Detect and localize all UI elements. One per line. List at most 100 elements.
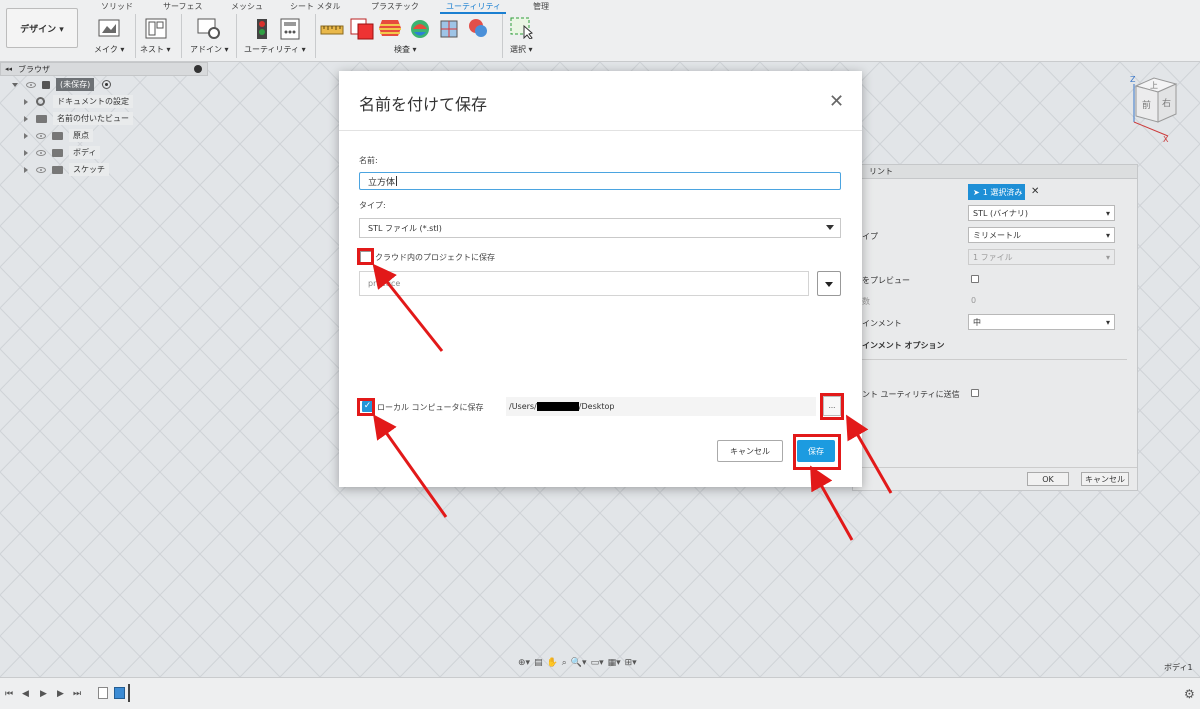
type-label: タイプ: (359, 201, 386, 210)
expand-icon[interactable] (24, 115, 28, 122)
radio-icon[interactable] (102, 80, 112, 89)
unit-select[interactable]: ミリメートル (968, 227, 1115, 243)
selection-status: ボディ1 (1164, 663, 1193, 672)
tree-item-label: スケッチ (69, 163, 109, 176)
x-axis-label: X (1163, 135, 1169, 142)
nest-icon (145, 18, 167, 39)
zoom-icon[interactable]: ⌕ (562, 658, 567, 668)
separator (135, 14, 136, 58)
folder-icon (52, 165, 63, 174)
grid-settings-icon[interactable]: ▦▾ (608, 658, 621, 668)
browse-button[interactable]: ... (823, 396, 841, 416)
tree-item-origin[interactable]: 原点 (0, 127, 208, 144)
measure-icon (320, 25, 344, 35)
cube-top-label: 上 (1150, 81, 1158, 90)
tree-item-named-views[interactable]: 名前の付いたビュー (0, 110, 208, 127)
inspect-group[interactable]: 検査 ▾ (320, 16, 496, 58)
path-prefix: /Users/ (509, 402, 537, 411)
play-icon[interactable]: ▶ (40, 689, 50, 699)
utility-group[interactable]: ユーティリティ ▾ (244, 16, 308, 58)
make-group[interactable]: メイク ▾ (94, 16, 128, 58)
refinement-label: インメント (862, 319, 902, 328)
gear-icon[interactable]: ⚙ (1184, 687, 1195, 701)
name-label: 名前: (359, 156, 378, 165)
make-label: メイク ▾ (94, 45, 125, 54)
select-group[interactable]: 選択 ▾ (507, 16, 539, 58)
go-to-end-icon[interactable]: ⏭ (73, 689, 83, 699)
tree-item-sketches[interactable]: スケッチ (0, 161, 208, 178)
visibility-icon[interactable] (36, 149, 46, 156)
ok-button[interactable]: OK (1027, 472, 1069, 486)
divider (339, 130, 862, 131)
tab-utility[interactable]: ユーティリティ (446, 1, 501, 12)
refinement-select[interactable]: 中 (968, 314, 1115, 330)
tree-item-document-settings[interactable]: ドキュメントの設定 (0, 93, 208, 110)
tab-manage[interactable]: 管理 (533, 1, 549, 12)
3d-print-icon (98, 19, 120, 37)
look-at-icon[interactable]: ▤ (534, 658, 543, 668)
folder-icon (52, 148, 63, 157)
tree-item-label: 名前の付いたビュー (53, 112, 133, 125)
panel-cancel-button[interactable]: キャンセル (1081, 472, 1129, 486)
send-checkbox[interactable] (971, 389, 979, 397)
viewports-icon[interactable]: ⊞▾ (625, 658, 637, 668)
step-forward-icon[interactable]: ▶ (57, 689, 67, 699)
tab-plastic[interactable]: プラスチック (371, 1, 419, 12)
visibility-icon[interactable] (36, 166, 46, 173)
curvature-map-icon (411, 20, 429, 38)
addin-label: アドイン ▾ (190, 45, 229, 54)
gear-icon (36, 97, 45, 106)
name-input[interactable]: 立方体 (359, 172, 841, 190)
navigation-bar: ⊕▾ ▤ ✋ ⌕ 🔍▾ ▭▾ ▦▾ ⊞▾ (518, 655, 684, 671)
nest-group[interactable]: ネスト ▾ (140, 16, 174, 58)
display-settings-icon[interactable]: ▭▾ (591, 658, 604, 668)
cloud-save-checkbox[interactable] (360, 251, 372, 263)
project-dropdown-button[interactable] (817, 271, 841, 296)
clear-selection-icon[interactable]: ✕ (1031, 186, 1039, 197)
expand-icon[interactable] (24, 98, 28, 105)
hidden-eye-icon[interactable] (36, 132, 46, 139)
zebra-analysis-icon (379, 20, 401, 36)
close-icon[interactable]: ✕ (829, 93, 844, 111)
fit-icon[interactable]: 🔍▾ (571, 658, 587, 668)
tab-mesh[interactable]: メッシュ (231, 1, 263, 12)
timeline-marker[interactable] (128, 684, 130, 702)
panel-title: リント (853, 165, 1137, 179)
expand-icon[interactable] (24, 166, 28, 173)
format-select[interactable]: STL (バイナリ) (968, 205, 1115, 221)
project-field[interactable]: practice (359, 271, 809, 296)
sketch-feature-icon[interactable] (98, 687, 108, 699)
expand-icon[interactable] (24, 149, 28, 156)
tree-item-bodies[interactable]: ボディ (0, 144, 208, 161)
view-cube[interactable]: Z X 上 前 右 (1128, 72, 1192, 144)
tab-solid[interactable]: ソリッド (101, 1, 133, 12)
extrude-feature-icon[interactable] (114, 687, 125, 699)
expand-icon[interactable] (24, 132, 28, 139)
save-button[interactable]: 保存 (797, 440, 835, 462)
addin-group[interactable]: アドイン ▾ (188, 16, 229, 58)
collapse-icon[interactable]: ◂◂ (5, 65, 12, 73)
pan-icon[interactable]: ✋ (547, 658, 558, 668)
refinement-options-label[interactable]: インメント オプション (862, 340, 945, 351)
go-to-start-icon[interactable]: ⏮ (5, 689, 15, 699)
type-select[interactable]: STL ファイル (*.stl) (359, 218, 841, 238)
visibility-icon[interactable] (26, 81, 36, 88)
browser-title: ブラウザ (18, 64, 51, 74)
browser-header[interactable]: ◂◂ ブラウザ (0, 62, 208, 76)
local-save-checkbox[interactable]: ✓ (362, 401, 373, 412)
tree-root-label: (未保存) (56, 78, 95, 91)
tab-surface[interactable]: サーフェス (163, 1, 203, 12)
tree-item-label: ドキュメントの設定 (53, 95, 133, 108)
send-label: ント ユーティリティに送信 (862, 390, 960, 399)
minus-icon[interactable] (194, 65, 202, 73)
workspace-switcher[interactable]: デザイン ▾ (6, 8, 78, 48)
expand-icon[interactable] (12, 82, 18, 87)
cancel-button[interactable]: キャンセル (717, 440, 783, 462)
preview-checkbox[interactable] (971, 275, 979, 283)
step-back-icon[interactable]: ◀ (22, 689, 32, 699)
orbit-icon[interactable]: ⊕▾ (518, 658, 530, 668)
tree-root[interactable]: (未保存) (0, 76, 208, 93)
tree-item-label: 原点 (69, 129, 93, 142)
tab-sheet-metal[interactable]: シート メタル (290, 1, 341, 12)
selection-chip[interactable]: ➤ 1 選択済み (968, 184, 1025, 200)
